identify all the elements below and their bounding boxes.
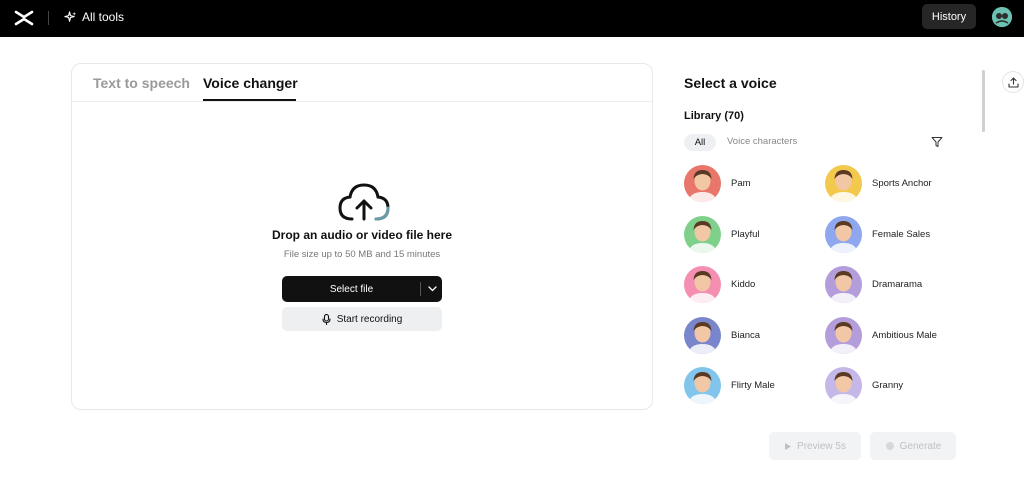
filter-chip-all[interactable]: All (684, 134, 716, 151)
voice-avatar (684, 266, 721, 303)
drop-subtitle: File size up to 50 MB and 15 minutes (283, 249, 441, 260)
generate-icon (885, 442, 894, 450)
voice-avatar (684, 165, 721, 202)
select-file-dropdown[interactable] (422, 276, 442, 302)
all-tools-button[interactable]: All tools (64, 10, 124, 24)
voice-avatar (825, 266, 862, 303)
voice-item[interactable]: Sports Anchor (825, 165, 932, 202)
voice-name: Kiddo (731, 279, 756, 290)
person-avatar-icon (829, 271, 858, 303)
microphone-icon (322, 313, 331, 325)
history-button[interactable]: History (922, 4, 976, 29)
topbar-divider (48, 11, 49, 25)
voice-item[interactable]: Female Sales (825, 216, 930, 253)
voice-item[interactable]: Kiddo (684, 266, 755, 303)
voice-item[interactable]: Dramarama (825, 266, 922, 303)
select-voice-title: Select a voice (684, 75, 777, 91)
person-avatar-icon (829, 221, 858, 253)
voice-item[interactable]: Pam (684, 165, 751, 202)
top-bar: All tools History (0, 0, 1024, 37)
play-icon (785, 442, 792, 450)
side-upload-button[interactable] (1002, 71, 1024, 93)
filter-icon[interactable] (931, 136, 943, 148)
voice-list-scrollbar[interactable] (982, 70, 985, 132)
voice-name: Flirty Male (731, 380, 775, 391)
person-avatar-icon (688, 221, 717, 253)
start-recording-button[interactable]: Start recording (282, 307, 442, 331)
all-tools-label: All tools (82, 10, 125, 24)
upload-audio-icon (1007, 76, 1019, 88)
capcut-logo-icon[interactable] (14, 9, 34, 27)
voice-name: Bianca (731, 330, 761, 341)
preview-button[interactable]: Preview 5s (769, 432, 861, 460)
voice-avatar (684, 216, 721, 253)
filter-chip-voice-characters[interactable]: Voice characters (727, 136, 797, 147)
preview-label: Preview 5s (797, 440, 846, 452)
voice-avatar (684, 367, 721, 404)
tab-voice-changer[interactable]: Voice changer (203, 75, 298, 91)
generate-label: Generate (899, 440, 942, 452)
person-avatar-icon (688, 372, 717, 404)
active-tab-indicator (203, 99, 296, 101)
voice-avatar (825, 317, 862, 354)
voice-name: Playful (731, 229, 760, 240)
voice-name: Pam (731, 178, 751, 189)
user-avatar[interactable] (992, 7, 1012, 27)
person-avatar-icon (688, 170, 717, 202)
voice-item[interactable]: Ambitious Male (825, 317, 937, 354)
voice-avatar (825, 165, 862, 202)
select-file-separator (420, 282, 421, 296)
person-avatar-icon (829, 170, 858, 202)
voice-name: Ambitious Male (872, 330, 937, 341)
start-recording-label: Start recording (336, 313, 403, 325)
library-heading: Library (70) (684, 110, 744, 122)
sparkle-icon (64, 10, 77, 22)
voice-name: Dramarama (872, 279, 923, 290)
tab-text-to-speech[interactable]: Text to speech (93, 75, 190, 91)
voice-item[interactable]: Granny (825, 367, 903, 404)
voice-name: Sports Anchor (872, 178, 932, 189)
voice-avatar (684, 317, 721, 354)
voice-item[interactable]: Playful (684, 216, 760, 253)
drop-title: Drop an audio or video file here (271, 228, 453, 242)
cloud-upload-icon (338, 183, 390, 221)
select-file-button[interactable]: Select file (282, 276, 442, 302)
chevron-down-icon (427, 286, 437, 292)
voice-item[interactable]: Flirty Male (684, 367, 775, 404)
person-avatar-icon (829, 372, 858, 404)
voice-changer-panel: Text to speech Voice changer Drop an aud… (71, 63, 653, 410)
avatar-image-icon (992, 7, 1012, 27)
generate-button[interactable]: Generate (870, 432, 956, 460)
voice-name: Granny (872, 380, 904, 391)
voice-item[interactable]: Bianca (684, 317, 760, 354)
select-file-label: Select file (329, 283, 374, 295)
tab-bar: Text to speech Voice changer (72, 64, 652, 102)
voice-avatar (825, 216, 862, 253)
person-avatar-icon (829, 322, 858, 354)
voice-avatar (825, 367, 862, 404)
person-avatar-icon (688, 271, 717, 303)
voice-name: Female Sales (872, 229, 931, 240)
person-avatar-icon (688, 322, 717, 354)
